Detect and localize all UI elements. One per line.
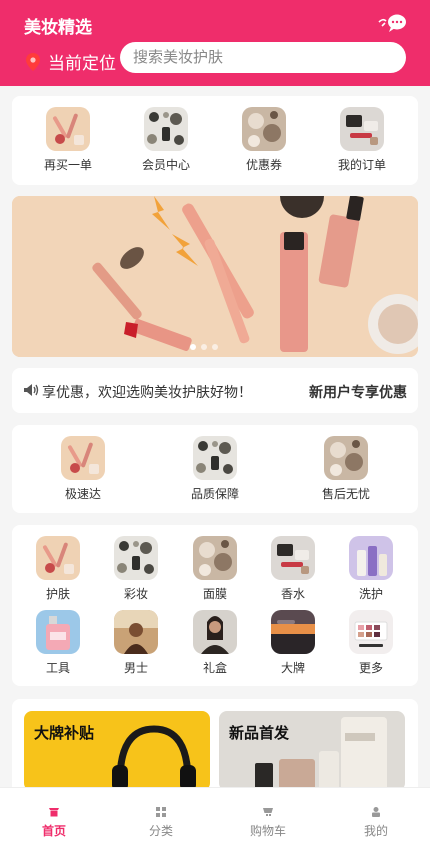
notice-bar[interactable]: 享优惠，欢迎选购美妆护肤好物！ 新用户专享优惠 [12, 368, 418, 413]
cosmetics-flatlay-thumb [61, 436, 105, 480]
tab-label: 购物车 [249, 824, 286, 838]
user-icon [371, 804, 381, 817]
quick-action-label: 会员中心 [141, 158, 190, 172]
notice-text: 享优惠，欢迎选购美妆护肤好物！ [42, 384, 252, 400]
makeup-set-thumb [193, 436, 237, 480]
sunset-thumb [271, 610, 315, 654]
quick-actions-card: 再买一单 会员中心 优惠券 我的订单 [12, 96, 418, 185]
category-makeup[interactable]: 彩妆 [106, 536, 166, 602]
chat-icon[interactable] [376, 12, 408, 34]
category-label: 面膜 [202, 587, 227, 601]
quick-action-label: 再买一单 [43, 158, 92, 172]
category-skincare[interactable]: 护肤 [28, 536, 88, 602]
quick-action-member-center[interactable]: 会员中心 [131, 107, 201, 173]
category-more[interactable]: 更多 [341, 610, 401, 676]
banner-dot[interactable] [190, 344, 196, 350]
quick-action-coupons[interactable]: 优惠券 [229, 107, 299, 173]
promo-new-arrivals[interactable]: 新品首发 [219, 711, 405, 791]
bottom-tab-bar: 首页 分类 购物车 我的 [0, 787, 430, 844]
perfume-thumb [36, 610, 80, 654]
category-tools[interactable]: 工具 [28, 610, 88, 676]
category-label: 工具 [45, 661, 70, 675]
grid-icon [156, 804, 166, 817]
location-selector[interactable]: 当前定位 [26, 49, 116, 74]
skincare-thumb [193, 536, 237, 580]
promos-card: 大牌补贴 新品首发 [12, 699, 418, 799]
makeup-set-thumb [114, 536, 158, 580]
makeup-kit-thumb [340, 107, 384, 151]
location-label: 当前定位 [48, 54, 116, 73]
promo-brand-subsidy[interactable]: 大牌补贴 [24, 711, 210, 791]
category-men[interactable]: 男士 [106, 610, 166, 676]
quick-action-label: 我的订单 [337, 158, 386, 172]
header: 美妆精选 当前定位 [0, 0, 430, 86]
promo-title: 大牌补贴 [34, 725, 95, 742]
search-box[interactable] [120, 42, 406, 73]
portrait-thumb [114, 610, 158, 654]
tab-label: 首页 [41, 824, 66, 838]
speaker-icon [23, 383, 39, 397]
service-fast-delivery[interactable]: 极速达 [43, 436, 123, 502]
category-label: 礼盒 [202, 661, 227, 675]
makeup-kit-thumb [271, 536, 315, 580]
palette-thumb [349, 610, 393, 654]
category-label: 洗护 [358, 587, 383, 601]
skincare-thumb [242, 107, 286, 151]
location-pin-icon [26, 52, 40, 71]
cosmetics-flatlay-thumb [36, 536, 80, 580]
tab-label: 我的 [363, 824, 388, 838]
quick-action-rebuy[interactable]: 再买一单 [33, 107, 103, 173]
category-label: 男士 [123, 661, 148, 675]
quick-action-my-orders[interactable]: 我的订单 [327, 107, 397, 173]
tab-cart[interactable]: 购物车 [238, 796, 298, 839]
promo-title: 新品首发 [229, 725, 290, 742]
search-input[interactable] [133, 49, 406, 66]
service-label: 品质保障 [190, 487, 239, 501]
cosmetics-banner-image [12, 196, 418, 357]
service-after-sales[interactable]: 售后无忧 [306, 436, 386, 502]
category-label: 护肤 [45, 587, 70, 601]
category-label: 彩妆 [123, 587, 148, 601]
services-card: 极速达 品质保障 售后无忧 [12, 425, 418, 513]
service-label: 极速达 [64, 487, 101, 501]
category-masks[interactable]: 面膜 [185, 536, 245, 602]
notice-right-text[interactable]: 新用户专享优惠 [301, 382, 407, 402]
home-icon [49, 804, 59, 817]
tab-label: 分类 [148, 824, 173, 838]
banner-dot[interactable] [201, 344, 207, 350]
tab-profile[interactable]: 我的 [346, 796, 406, 839]
promo-banner[interactable] [12, 196, 418, 357]
category-perfume[interactable]: 香水 [263, 536, 323, 602]
cosmetics-flatlay-thumb [46, 107, 90, 151]
service-label: 售后无忧 [321, 487, 370, 501]
cart-icon [263, 804, 273, 816]
category-wash-care[interactable]: 洗护 [341, 536, 401, 602]
makeup-set-thumb [144, 107, 188, 151]
category-label: 香水 [280, 587, 305, 601]
tab-home[interactable]: 首页 [24, 796, 84, 839]
skincare-thumb [324, 436, 368, 480]
category-label: 更多 [358, 661, 383, 675]
category-big-brands[interactable]: 大牌 [263, 610, 323, 676]
app-title: 美妆精选 [24, 18, 92, 37]
model-thumb [193, 610, 237, 654]
bottles-thumb [349, 536, 393, 580]
quick-action-label: 优惠券 [245, 158, 282, 172]
categories-card: 护肤 彩妆 面膜 香水 洗护 工具 男士 礼盒 大牌 更多 [12, 525, 418, 686]
category-label: 大牌 [280, 661, 305, 675]
service-quality-guarantee[interactable]: 品质保障 [175, 436, 255, 502]
category-gift-box[interactable]: 礼盒 [185, 610, 245, 676]
banner-dot[interactable] [212, 344, 218, 350]
tab-categories[interactable]: 分类 [131, 796, 191, 839]
banner-pagination [190, 344, 218, 350]
